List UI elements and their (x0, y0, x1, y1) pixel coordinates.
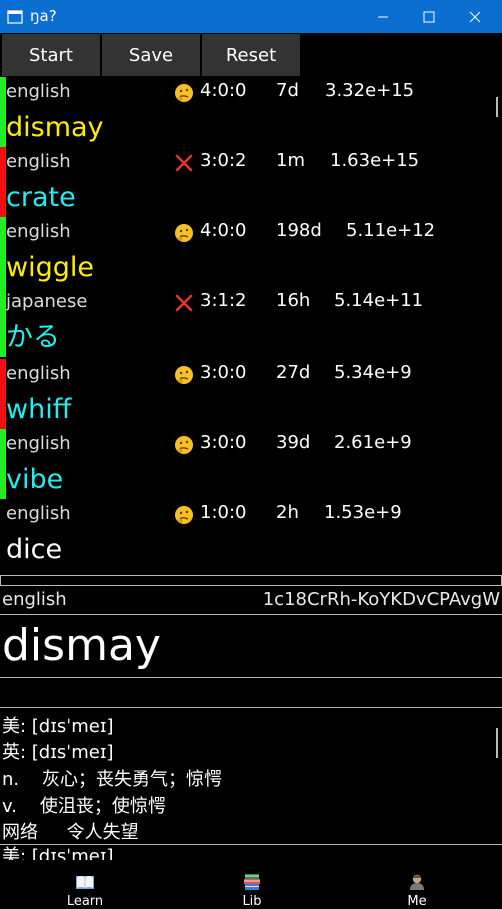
item-word: dice (6, 534, 63, 565)
item-value: 5.11e+12 (346, 220, 436, 241)
detail-word: dismay (2, 620, 161, 671)
item-interval: 39d (276, 432, 311, 453)
nav-me-label: Me (407, 894, 427, 909)
word-list[interactable]: english 4:0:0 7d 3.32e+15 dismay english… (0, 77, 502, 577)
save-button[interactable]: Save (102, 34, 200, 76)
minimize-icon (378, 16, 388, 17)
list-item[interactable]: english 4:0:0 198d 5.11e+12 wiggle (0, 217, 502, 287)
item-word: vibe (6, 464, 64, 495)
divider (0, 844, 502, 845)
definition-line: 网络 令人失望 (2, 822, 139, 843)
item-language: japanese (6, 291, 88, 312)
item-score: 4:0:0 (200, 220, 247, 241)
list-item[interactable]: english 3:0:2 1m 1.63e+15 crate (0, 147, 502, 217)
definition-line: n. 灰心；丧失勇气；惊愕 (2, 769, 223, 790)
app-icon (7, 10, 23, 24)
nav-learn[interactable]: Learn (45, 860, 125, 909)
list-item[interactable]: english 3:0:0 39d 2.61e+9 vibe (0, 429, 502, 499)
thinking-face-icon (174, 223, 194, 243)
item-score: 1:0:0 (200, 502, 247, 523)
book-icon (76, 876, 94, 889)
nav-me[interactable]: Me (377, 860, 457, 909)
item-value: 2.61e+9 (334, 432, 412, 453)
window-title: ŋa? (30, 7, 57, 25)
item-interval: 27d (276, 362, 311, 383)
thinking-face-icon (174, 505, 194, 525)
definition-line: v. 使沮丧；使惊愕 (2, 796, 166, 817)
wrong-icon (174, 153, 194, 173)
definition-line-partial: 美: [dɪsˈmeɪ] (2, 846, 114, 860)
maximize-icon (423, 11, 435, 22)
detail-language: english (2, 589, 67, 610)
title-bar: ŋa? (0, 0, 502, 33)
toolbar: Start Save Reset (0, 33, 502, 77)
definition-panel[interactable]: 美: [dɪsˈmeɪ] 英: [dɪsˈmeɪ] n. 灰心；丧失勇气；惊愕 … (0, 708, 502, 844)
item-word: かる (6, 322, 60, 353)
list-scrollbar[interactable] (496, 97, 498, 117)
item-score: 4:0:0 (200, 80, 247, 101)
nav-lib-label: Lib (242, 894, 262, 909)
thinking-face-icon (174, 365, 194, 385)
minimize-button[interactable] (360, 0, 406, 33)
item-language: english (6, 151, 71, 172)
item-language: english (6, 81, 71, 102)
item-interval: 1m (276, 150, 305, 171)
item-word: wiggle (6, 252, 94, 283)
item-value: 1.53e+9 (324, 502, 402, 523)
wrong-icon (174, 293, 194, 313)
item-language: english (6, 433, 71, 454)
list-item[interactable]: english 4:0:0 7d 3.32e+15 dismay (0, 77, 502, 147)
item-language: english (6, 363, 71, 384)
nav-learn-label: Learn (66, 894, 104, 909)
item-language: english (6, 503, 71, 524)
item-score: 3:0:2 (200, 150, 247, 171)
list-item[interactable]: japanese 3:1:2 16h 5.14e+11 かる (0, 287, 502, 357)
list-item[interactable]: english 3:0:0 27d 5.34e+9 whiff (0, 359, 502, 429)
nav-lib[interactable]: Lib (212, 860, 292, 909)
item-interval: 7d (276, 80, 299, 101)
close-icon (469, 11, 481, 22)
item-word: whiff (6, 394, 72, 425)
item-score: 3:1:2 (200, 290, 247, 311)
item-language: english (6, 221, 71, 242)
maximize-button[interactable] (406, 0, 452, 33)
definition-scrollbar[interactable] (496, 728, 498, 758)
item-value: 5.34e+9 (334, 362, 412, 383)
list-divider (0, 575, 502, 585)
thinking-face-icon (174, 435, 194, 455)
start-button[interactable]: Start (2, 34, 100, 76)
thinking-face-icon (174, 83, 194, 103)
definition-line: 美: [dɪsˈmeɪ] (2, 716, 114, 737)
item-score: 3:0:0 (200, 362, 247, 383)
item-value: 3.32e+15 (325, 80, 415, 101)
user-icon (410, 874, 424, 890)
detail-id: 1c18CrRh-KoYKDvCPAvgW (262, 589, 500, 610)
item-interval: 2h (276, 502, 299, 523)
bottom-nav: Learn Lib Me (0, 860, 502, 909)
item-value: 1.63e+15 (330, 150, 420, 171)
books-icon (244, 874, 260, 890)
list-item[interactable]: english 1:0:0 2h 1.53e+9 dice (0, 499, 502, 569)
definition-line: 英: [dɪsˈmeɪ] (2, 742, 114, 763)
item-interval: 16h (276, 290, 311, 311)
item-word: crate (6, 182, 76, 213)
item-value: 5.14e+11 (334, 290, 424, 311)
reset-button[interactable]: Reset (202, 34, 300, 76)
item-word: dismay (6, 112, 104, 143)
detail-header: english 1c18CrRh-KoYKDvCPAvgW (0, 585, 502, 615)
item-interval: 198d (276, 220, 322, 241)
close-button[interactable] (452, 0, 498, 33)
divider (0, 677, 502, 678)
item-score: 3:0:0 (200, 432, 247, 453)
